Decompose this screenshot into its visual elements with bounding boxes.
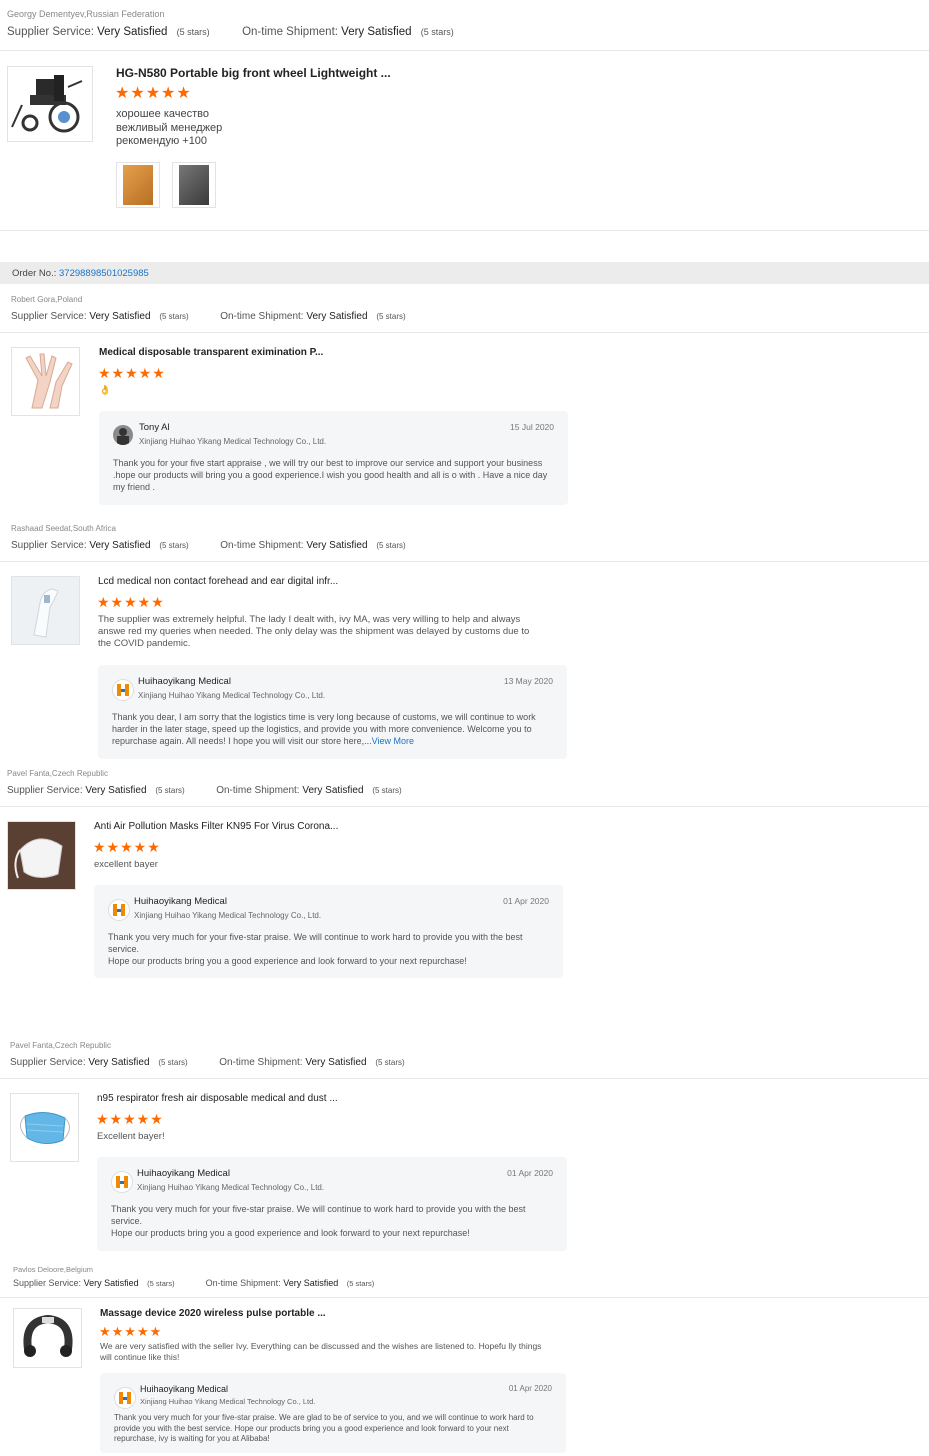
seller-reply: Tony Al Xinjiang Huihao Yikang Medical T… — [99, 411, 568, 505]
company-logo-icon — [108, 899, 130, 921]
rating-stars: ★★★★★ — [115, 85, 192, 102]
reply-date: 01 Apr 2020 — [508, 1384, 552, 1393]
reviewer-name: Pavlos Deloore,Belgium — [13, 1265, 94, 1274]
ratings-row: Supplier Service: Very Satisfied (5 star… — [13, 1278, 375, 1288]
review-text: 👌 — [99, 385, 111, 396]
rating-stars: ★★★★★ — [98, 365, 166, 381]
supplier-service-label: Supplier Service: — [7, 26, 94, 38]
reply-body: Thank you very much for your five-star p… — [111, 1204, 526, 1238]
reply-name: Huihaoyikang Medical — [134, 896, 227, 907]
reply-body: Thank you dear, I am sorry that the logi… — [112, 712, 536, 746]
reply-body: Thank you for your five start appraise ,… — [113, 458, 548, 492]
review-text: We are very satisfied with the seller Iv… — [100, 1341, 542, 1362]
order-number-link[interactable]: 37298898501025985 — [59, 268, 149, 279]
reviewer-name: Georgy Dementyev,Russian Federation — [7, 9, 165, 19]
review-text: The supplier was extremely helpful. The … — [98, 614, 530, 649]
reply-date: 01 Apr 2020 — [507, 1168, 553, 1178]
mask-image[interactable] — [7, 821, 76, 890]
seller-reply: Huihaoyikang Medical Xinjiang Huihao Yik… — [94, 885, 563, 978]
seller-reply: Huihaoyikang Medical Xinjiang Huihao Yik… — [97, 1157, 567, 1251]
review-text: excellent bayer — [94, 859, 158, 870]
ratings-row: Supplier Service: Very Satisfied (5 star… — [11, 540, 406, 551]
order-label: Order No.: — [12, 268, 57, 279]
reply-company: Xinjiang Huihao Yikang Medical Technolog… — [140, 1397, 316, 1406]
ratings-row: Supplier Service: Very Satisfied (5 star… — [11, 311, 406, 322]
reply-body: Thank you very much for your five-star p… — [108, 932, 523, 966]
product-title[interactable]: n95 respirator fresh air disposable medi… — [97, 1093, 338, 1104]
company-logo-icon — [111, 1171, 133, 1193]
divider — [0, 1078, 929, 1079]
order-bar: Order No.: 37298898501025985 — [0, 262, 929, 284]
review-text: хорошее качество вежливый менеджер реком… — [116, 108, 223, 147]
reply-date: 01 Apr 2020 — [503, 896, 549, 906]
face-mask-image[interactable] — [10, 1093, 79, 1162]
product-title[interactable]: Massage device 2020 wireless pulse porta… — [100, 1308, 326, 1319]
shipment-label: On-time Shipment: — [242, 26, 338, 38]
divider — [0, 806, 929, 807]
rating-stars: ★★★★★ — [99, 1324, 163, 1339]
reply-date: 13 May 2020 — [503, 676, 553, 686]
review-text: Excellent bayer! — [97, 1131, 165, 1142]
reviewer-name: Rashaad Seedat,South Africa — [11, 524, 116, 533]
product-title[interactable]: Anti Air Pollution Masks Filter KN95 For… — [94, 821, 338, 832]
wheelchair-image[interactable] — [7, 66, 93, 142]
ratings-row: Supplier Service: Very Satisfied (5 star… — [7, 785, 402, 796]
product-title[interactable]: Lcd medical non contact forehead and ear… — [98, 576, 338, 587]
supplier-service-value: Very Satisfied — [97, 26, 168, 38]
avatar — [113, 425, 133, 445]
view-more-link[interactable]: View More — [372, 736, 414, 746]
reply-name: Huihaoyikang Medical — [140, 1384, 229, 1394]
reply-company: Xinjiang Huihao Yikang Medical Technolog… — [139, 437, 327, 446]
divider — [0, 230, 929, 231]
shipment-value: Very Satisfied — [341, 26, 412, 38]
reply-date: 15 Jul 2020 — [510, 422, 554, 432]
divider — [0, 1297, 929, 1298]
review-photo[interactable] — [172, 162, 216, 208]
divider — [0, 561, 929, 562]
ratings-row: Supplier Service: Very Satisfied (5 star… — [7, 26, 454, 38]
reviewer-name: Pavel Fanta,Czech Republic — [10, 1041, 111, 1050]
company-logo-icon — [114, 1387, 136, 1409]
reply-company: Xinjiang Huihao Yikang Medical Technolog… — [134, 911, 322, 920]
seller-reply: Huihaoyikang Medical Xinjiang Huihao Yik… — [100, 1373, 566, 1453]
reply-body: Thank you very much for your five-star p… — [114, 1413, 534, 1443]
divider — [0, 50, 929, 51]
rating-stars: ★★★★★ — [97, 594, 165, 610]
review-photo[interactable] — [116, 162, 160, 208]
reviewer-name: Pavel Fanta,Czech Republic — [7, 769, 108, 778]
gloves-image[interactable] — [11, 347, 80, 416]
reply-name: Huihaoyikang Medical — [137, 1168, 230, 1179]
supplier-service-stars: (5 stars) — [176, 27, 210, 37]
reply-company: Xinjiang Huihao Yikang Medical Technolog… — [137, 1183, 325, 1192]
thermometer-image[interactable] — [11, 576, 80, 645]
reply-name: Tony Al — [139, 422, 170, 433]
company-logo-icon — [112, 679, 134, 701]
ratings-row: Supplier Service: Very Satisfied (5 star… — [10, 1057, 405, 1068]
rating-stars: ★★★★★ — [93, 839, 161, 855]
reply-name: Huihaoyikang Medical — [138, 676, 231, 687]
reply-company: Xinjiang Huihao Yikang Medical Technolog… — [138, 691, 326, 700]
divider — [0, 332, 929, 333]
seller-reply: Huihaoyikang Medical Xinjiang Huihao Yik… — [98, 665, 567, 759]
reviewer-name: Robert Gora,Poland — [11, 295, 83, 304]
rating-stars: ★★★★★ — [96, 1111, 164, 1127]
product-title[interactable]: HG-N580 Portable big front wheel Lightwe… — [116, 66, 391, 80]
product-title[interactable]: Medical disposable transparent eximinati… — [99, 347, 323, 358]
massager-image[interactable] — [13, 1308, 82, 1368]
shipment-stars: (5 stars) — [420, 27, 454, 37]
